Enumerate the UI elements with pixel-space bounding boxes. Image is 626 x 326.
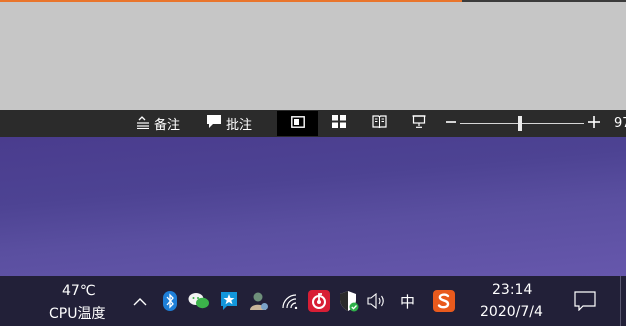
comments-label: 批注 xyxy=(226,118,253,133)
reading-view-icon xyxy=(371,115,387,132)
cpu-temperature-value: 47℃ xyxy=(62,283,96,299)
slideshow-button[interactable] xyxy=(400,111,438,136)
slide-sorter-icon xyxy=(332,115,346,132)
slide-sorter-button[interactable] xyxy=(320,111,358,136)
tim-icon[interactable] xyxy=(219,290,239,312)
slideshow-icon xyxy=(412,115,426,132)
wechat-icon[interactable] xyxy=(188,291,210,311)
sogou-ime-icon[interactable] xyxy=(432,289,456,313)
taskbar: 47℃ CPU温度 中 23:14 2020/7/4 xyxy=(0,276,626,326)
zoom-slider-track[interactable] xyxy=(460,123,584,124)
app-content-area xyxy=(0,0,626,110)
notes-icon xyxy=(136,115,150,133)
zoom-slider-thumb[interactable] xyxy=(517,116,522,131)
clock-time[interactable]: 23:14 xyxy=(492,282,532,298)
zoom-in-button[interactable] xyxy=(586,111,602,136)
status-bar: 备注 批注 97 xyxy=(0,110,626,137)
user-app-icon[interactable] xyxy=(248,290,270,312)
wifi-icon[interactable] xyxy=(280,291,300,311)
accent-line xyxy=(0,0,462,2)
desktop-background xyxy=(0,137,626,276)
plus-icon xyxy=(588,115,600,132)
netease-music-icon[interactable] xyxy=(307,289,331,313)
comments-button[interactable]: 批注 xyxy=(206,110,252,137)
zoom-out-button[interactable] xyxy=(444,111,458,136)
zoom-level[interactable]: 97 xyxy=(614,110,626,137)
normal-view-button[interactable] xyxy=(277,111,318,136)
notification-icon[interactable] xyxy=(572,289,598,313)
volume-icon[interactable] xyxy=(366,291,388,311)
ime-indicator[interactable]: 中 xyxy=(400,291,415,312)
reading-view-button[interactable] xyxy=(360,111,398,136)
clock-date[interactable]: 2020/7/4 xyxy=(480,304,543,320)
cpu-temperature-label: CPU温度 xyxy=(49,306,106,322)
chevron-up-icon[interactable] xyxy=(130,291,150,311)
comment-icon xyxy=(206,114,222,133)
notes-button[interactable]: 备注 xyxy=(136,110,180,137)
notes-label: 备注 xyxy=(154,118,181,133)
normal-view-icon xyxy=(290,115,305,132)
show-desktop-divider[interactable] xyxy=(620,276,621,326)
title-strip xyxy=(462,0,626,2)
security-shield-icon[interactable] xyxy=(338,289,360,313)
bluetooth-icon[interactable] xyxy=(160,291,180,311)
minus-icon xyxy=(446,116,456,131)
